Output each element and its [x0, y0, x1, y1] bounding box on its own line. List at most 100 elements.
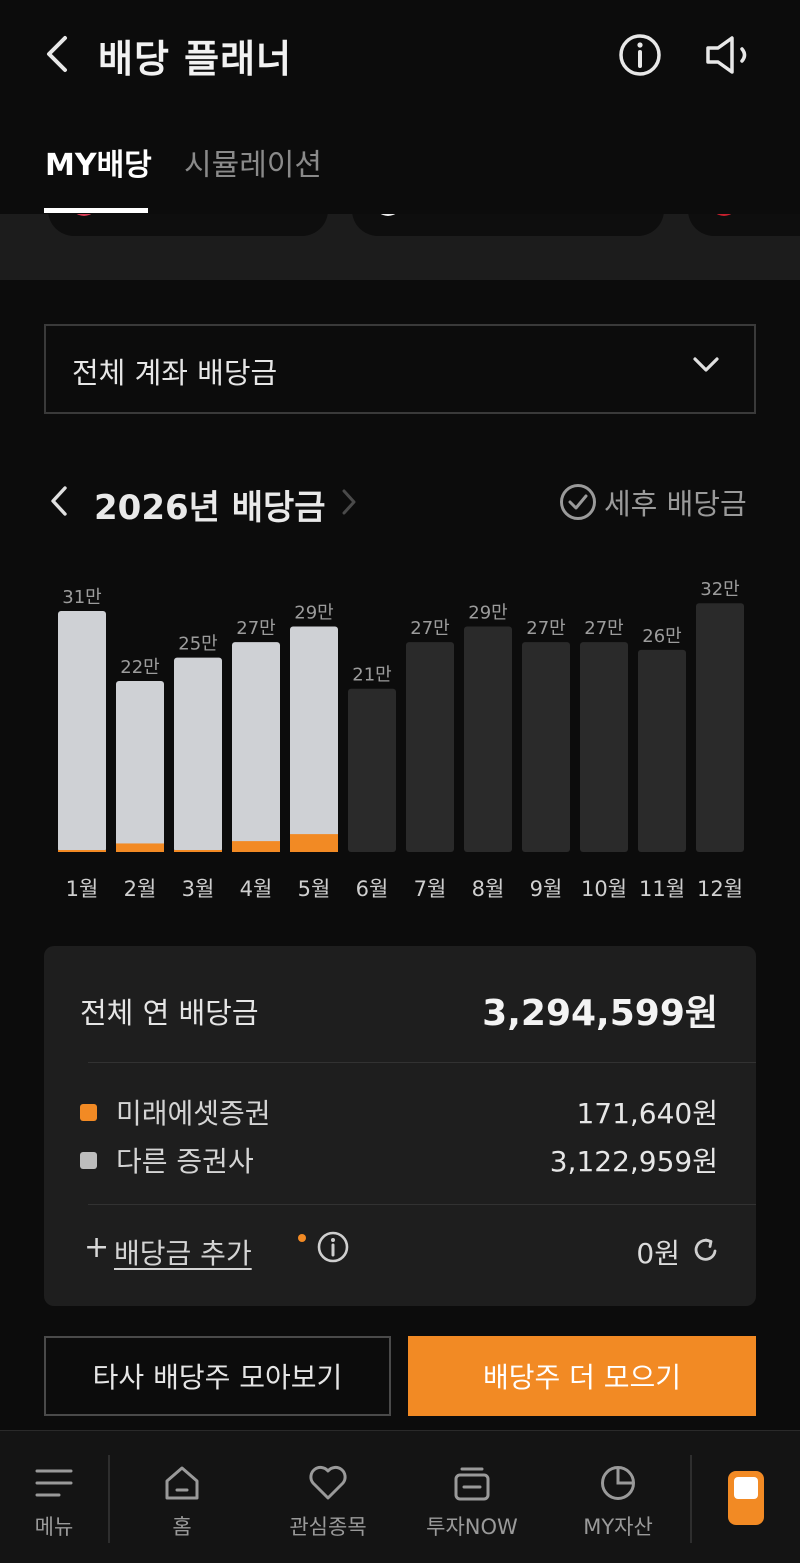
stock-card[interactable]: [688, 214, 800, 236]
chart-value-label: 25만: [178, 634, 217, 655]
other-broker-stocks-button[interactable]: 타사 배당주 모아보기: [44, 1336, 391, 1416]
chart-value-label: 27만: [236, 618, 275, 639]
chart-month-label: 6월: [356, 877, 389, 901]
chart-value-label: 27만: [526, 618, 565, 639]
nav-label: 관심종목: [289, 1515, 367, 1539]
nav-label: 홈: [172, 1515, 192, 1539]
chart-bar[interactable]: [116, 680, 164, 852]
bottom-navigation: 메뉴 홈 관심종목 투자NOW MY자산: [0, 1430, 800, 1563]
account-select-value: 전체 계좌 배당금: [72, 356, 278, 390]
tab-my-dividend[interactable]: MY배당: [45, 140, 152, 184]
speaker-button[interactable]: [700, 30, 756, 80]
nav-watchlist[interactable]: 관심종목: [268, 1461, 388, 1551]
chart-value-label: 21만: [352, 665, 391, 686]
total-dividend-value: 3,294,599원: [482, 993, 718, 1034]
chart-month-label: 12월: [697, 877, 743, 901]
collect-more-dividend-stocks-button[interactable]: 배당주 더 모으기: [408, 1336, 756, 1416]
next-year-button[interactable]: [340, 488, 358, 520]
chart-month-label: 5월: [298, 877, 331, 901]
chart-bar[interactable]: [348, 688, 396, 852]
menu-icon: [35, 1469, 73, 1497]
added-dividend-value: 0원: [636, 1237, 680, 1270]
tab-simulation[interactable]: 시뮬레이션: [184, 140, 322, 184]
chart-bar[interactable]: [290, 626, 338, 852]
chart-bar[interactable]: [464, 626, 512, 852]
active-tab-indicator: [44, 208, 148, 213]
chart-value-label: 27만: [584, 618, 623, 639]
info-icon: [317, 1231, 349, 1263]
chart-value-label: 29만: [468, 603, 507, 624]
legend-name: 미래에셋증권: [116, 1097, 271, 1130]
back-button[interactable]: [36, 30, 76, 78]
chart-bar-mirae-segment: [232, 841, 280, 852]
divider: [88, 1204, 756, 1205]
wallet-button[interactable]: [728, 1471, 764, 1525]
nav-invest-now[interactable]: 투자NOW: [412, 1461, 532, 1551]
stock-card[interactable]: [48, 214, 328, 236]
wallet-icon: [734, 1477, 758, 1499]
home-icon: [165, 1466, 199, 1500]
stock-card[interactable]: [352, 214, 664, 236]
chart-bar[interactable]: [580, 642, 628, 852]
chart-bar[interactable]: [174, 657, 222, 852]
chart-month-label: 1월: [66, 877, 99, 901]
nav-my-assets[interactable]: MY자산: [558, 1461, 678, 1551]
chart-bar[interactable]: [638, 649, 686, 852]
chart-bar[interactable]: [406, 642, 454, 852]
heart-icon: [309, 1465, 347, 1500]
legend-row-other: 다른 증권사 3,122,959원: [80, 1140, 718, 1180]
refresh-icon: [694, 1238, 717, 1261]
chart-bar-mirae-segment: [116, 843, 164, 852]
annual-dividend-summary: 전체 연 배당금 3,294,599원 미래에셋증권 171,640원 다른 증…: [44, 946, 756, 1306]
chart-value-label: 26만: [642, 626, 681, 647]
nav-label: MY자산: [583, 1515, 653, 1539]
chart-value-label: 27만: [410, 618, 449, 639]
chart-value-label: 31만: [62, 587, 101, 608]
legend-value: 3,122,959원: [549, 1145, 718, 1178]
stock-logo: [374, 214, 402, 216]
nav-label: 메뉴: [34, 1515, 74, 1539]
info-button[interactable]: [615, 30, 665, 80]
nav-separator: [690, 1455, 692, 1543]
chart-bar[interactable]: [58, 611, 106, 852]
after-tax-label: 세후 배당금: [604, 487, 747, 521]
chart-month-label: 8월: [472, 877, 505, 901]
year-title: 2026년 배당금: [94, 488, 326, 528]
chart-month-label: 11월: [639, 877, 685, 901]
app-header: 배당 플래너: [0, 0, 800, 110]
info-icon: [619, 34, 661, 76]
page-title: 배당 플래너: [98, 37, 293, 81]
after-tax-toggle[interactable]: 세후 배당금: [558, 480, 747, 524]
check-circle-icon: [560, 484, 596, 520]
chart-bar[interactable]: [232, 642, 280, 852]
nav-menu[interactable]: 메뉴: [0, 1461, 114, 1551]
total-dividend-label: 전체 연 배당금: [80, 996, 259, 1030]
nav-label: 투자NOW: [426, 1515, 518, 1539]
chart-value-label: 29만: [294, 603, 333, 624]
add-dividend-link[interactable]: 배당금 추가: [114, 1232, 252, 1272]
legend-swatch-mirae: [80, 1104, 97, 1121]
account-select[interactable]: 전체 계좌 배당금: [44, 324, 756, 414]
plus-icon: +: [84, 1230, 110, 1265]
chart-bar[interactable]: [522, 642, 570, 852]
chart-bar[interactable]: [696, 603, 744, 852]
chart-bar-mirae-segment: [58, 850, 106, 852]
add-dividend-info-button[interactable]: [316, 1230, 350, 1268]
chart-month-label: 7월: [414, 877, 447, 901]
prev-year-button[interactable]: [48, 484, 70, 522]
stock-logo: [710, 214, 738, 216]
new-badge-dot: [298, 1234, 306, 1242]
nav-separator: [108, 1455, 110, 1543]
stock-card-strip[interactable]: [0, 214, 800, 280]
year-navigation: 2026년 배당금 세후 배당금: [0, 470, 800, 534]
stock-logo: [70, 214, 98, 216]
divider: [88, 1062, 756, 1063]
chart-bar-mirae-segment: [290, 834, 338, 852]
chevron-left-icon: [51, 486, 67, 516]
chart-month-label: 2월: [124, 877, 157, 901]
chart-month-label: 4월: [240, 877, 273, 901]
nav-home[interactable]: 홈: [122, 1461, 242, 1551]
legend-swatch-other: [80, 1152, 97, 1169]
refresh-button[interactable]: [692, 1236, 720, 1268]
legend-name: 다른 증권사: [116, 1145, 254, 1178]
